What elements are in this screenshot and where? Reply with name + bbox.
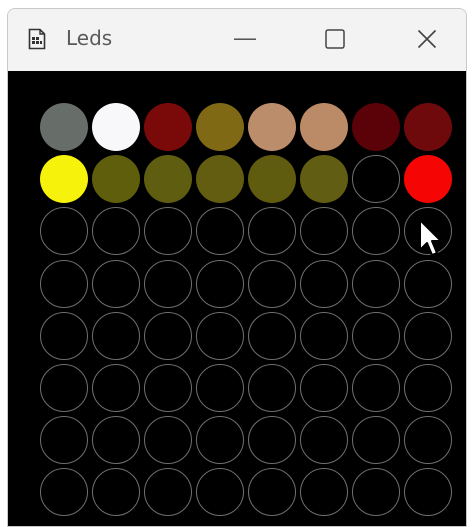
led-1-0[interactable] [40,155,88,204]
led-3-5[interactable] [300,259,348,308]
led-4-5[interactable] [300,311,348,360]
led-2-4[interactable] [248,207,296,256]
led-4-2[interactable] [144,311,192,360]
led-4-6[interactable] [352,311,400,360]
led-0-5[interactable] [300,103,348,151]
led-3-3[interactable] [196,259,244,308]
led-0-7[interactable] [404,103,452,151]
led-2-1[interactable] [92,207,140,256]
title-bar[interactable]: Leds [8,9,466,71]
window-title: Leds [66,26,113,50]
close-button[interactable] [404,19,450,59]
led-5-1[interactable] [92,363,140,412]
led-3-1[interactable] [92,259,140,308]
led-2-6[interactable] [352,207,400,256]
led-5-4[interactable] [248,363,296,412]
led-4-0[interactable] [40,311,88,360]
led-7-1[interactable] [92,468,140,517]
led-0-3[interactable] [196,103,244,151]
led-6-5[interactable] [300,416,348,465]
led-0-6[interactable] [352,103,400,151]
led-5-2[interactable] [144,363,192,412]
led-6-6[interactable] [352,416,400,465]
app-window: Leds [7,8,467,527]
led-2-7[interactable] [404,207,452,256]
led-6-4[interactable] [248,416,296,465]
led-1-3[interactable] [196,155,244,204]
led-3-4[interactable] [248,259,296,308]
led-3-0[interactable] [40,259,88,308]
led-3-6[interactable] [352,259,400,308]
document-icon [28,28,46,50]
close-icon [417,29,437,49]
led-2-3[interactable] [196,207,244,256]
led-canvas [8,71,466,526]
led-1-7[interactable] [404,155,452,204]
led-7-3[interactable] [196,468,244,517]
led-7-7[interactable] [404,468,452,517]
led-7-6[interactable] [352,468,400,517]
led-6-3[interactable] [196,416,244,465]
led-2-5[interactable] [300,207,348,256]
led-5-5[interactable] [300,363,348,412]
led-4-4[interactable] [248,311,296,360]
led-4-7[interactable] [404,311,452,360]
led-5-0[interactable] [40,363,88,412]
led-0-2[interactable] [144,103,192,151]
led-1-5[interactable] [300,155,348,204]
led-4-3[interactable] [196,311,244,360]
led-6-0[interactable] [40,416,88,465]
led-7-2[interactable] [144,468,192,517]
led-0-0[interactable] [40,103,88,151]
led-3-7[interactable] [404,259,452,308]
led-7-0[interactable] [40,468,88,517]
led-1-4[interactable] [248,155,296,204]
led-0-4[interactable] [248,103,296,151]
maximize-button[interactable] [312,19,358,59]
maximize-icon [325,29,345,49]
led-1-6[interactable] [352,155,400,204]
led-7-4[interactable] [248,468,296,517]
minimize-icon [234,38,256,40]
led-6-7[interactable] [404,416,452,465]
led-2-0[interactable] [40,207,88,256]
led-1-1[interactable] [92,155,140,204]
led-5-6[interactable] [352,363,400,412]
led-2-2[interactable] [144,207,192,256]
led-6-2[interactable] [144,416,192,465]
led-7-5[interactable] [300,468,348,517]
led-grid [38,101,454,521]
led-5-7[interactable] [404,363,452,412]
led-5-3[interactable] [196,363,244,412]
led-1-2[interactable] [144,155,192,204]
led-0-1[interactable] [92,103,140,151]
led-3-2[interactable] [144,259,192,308]
led-4-1[interactable] [92,311,140,360]
minimize-button[interactable] [222,19,268,59]
led-6-1[interactable] [92,416,140,465]
